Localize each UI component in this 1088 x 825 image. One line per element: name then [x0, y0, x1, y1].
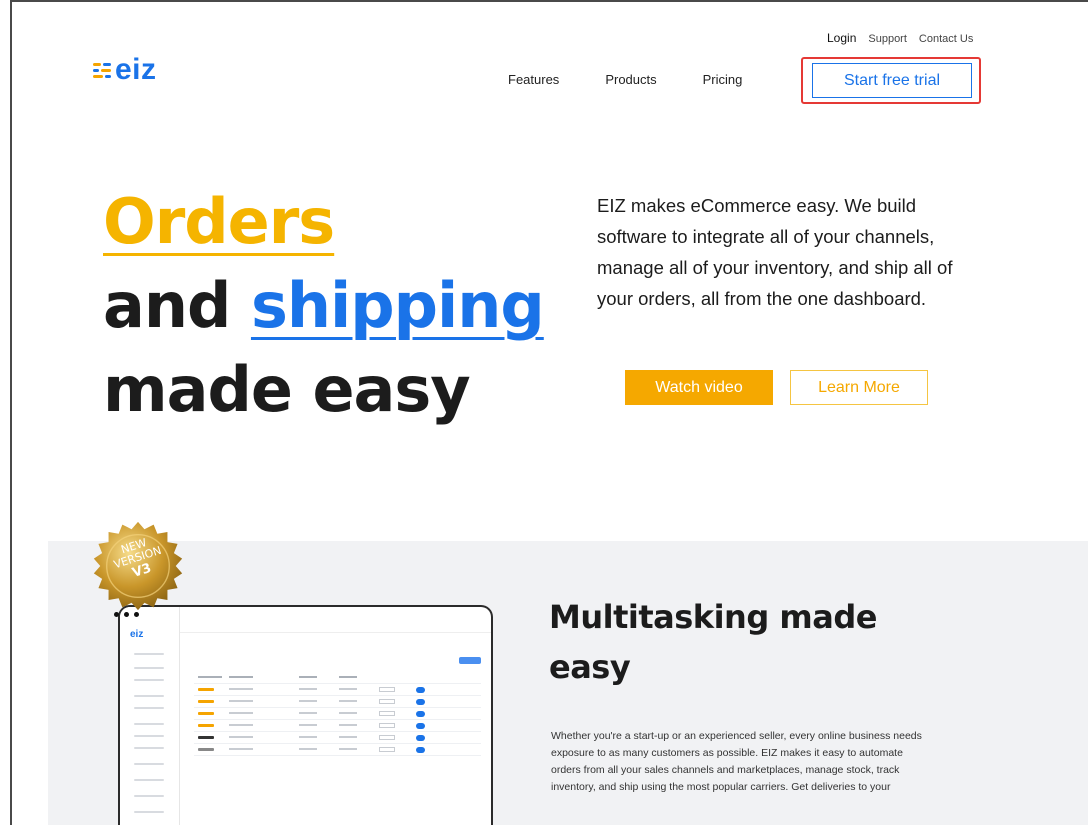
- hero-title-and: and: [103, 269, 231, 342]
- hero-title-made-easy: made easy: [103, 353, 471, 426]
- hero-title-orders: Orders: [103, 185, 335, 258]
- login-link[interactable]: Login: [827, 31, 856, 45]
- feature-title: Multitasking made easy: [549, 598, 877, 686]
- logo-text: eiz: [115, 53, 157, 86]
- main-nav: Features Products Pricing: [508, 72, 742, 87]
- hero-title: Orders and shipping made easy: [103, 180, 545, 432]
- nav-products[interactable]: Products: [605, 72, 656, 87]
- nav-pricing[interactable]: Pricing: [703, 72, 743, 87]
- hero-description: EIZ makes eCommerce easy. We build softw…: [597, 195, 953, 309]
- dashboard-preview-image: eiz: [118, 605, 493, 825]
- window-dots: [114, 612, 139, 617]
- dashboard-main: [180, 607, 491, 825]
- dashboard-orders-table: [194, 672, 481, 756]
- logo[interactable]: eiz: [93, 55, 157, 85]
- dashboard-action-button: [459, 657, 481, 664]
- support-link[interactable]: Support: [868, 33, 907, 45]
- dashboard-logo: eiz: [130, 629, 144, 640]
- dashboard-topbar: [180, 607, 491, 633]
- watch-video-button[interactable]: Watch video: [625, 370, 773, 405]
- learn-more-button[interactable]: Learn More: [790, 370, 928, 405]
- dashboard-sidebar: eiz: [120, 607, 180, 825]
- hero-title-shipping: shipping: [250, 269, 545, 342]
- start-free-trial-button[interactable]: Start free trial: [812, 63, 972, 98]
- feature-description: Whether you're a start-up or an experien…: [551, 730, 922, 793]
- contact-us-link[interactable]: Contact Us: [919, 33, 973, 45]
- nav-features[interactable]: Features: [508, 72, 559, 87]
- eiz-logo-icon: [93, 62, 111, 78]
- utility-nav: Login Support Contact Us: [827, 31, 973, 45]
